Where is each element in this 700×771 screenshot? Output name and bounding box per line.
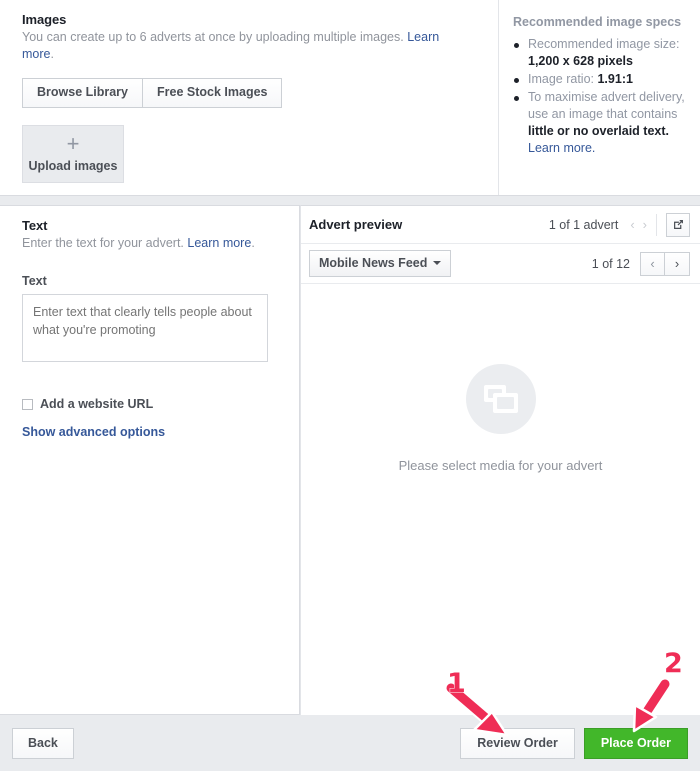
advert-count-label: 1 of 1 advert <box>548 217 619 232</box>
plus-icon: + <box>66 131 80 156</box>
chevron-left-icon[interactable]: ‹ <box>626 217 638 232</box>
footer-actions: Review Order Place Order <box>460 727 688 759</box>
spec-text: Recommended image size: <box>528 37 680 51</box>
text-description-text: Enter the text for your advert. <box>22 236 184 250</box>
recommended-specs-panel: Recommended image specs Recommended imag… <box>498 0 700 195</box>
placement-select[interactable]: Mobile News Feed <box>309 250 452 277</box>
specs-learn-more-link[interactable]: Learn more. <box>528 141 595 155</box>
pager-next-button[interactable]: › <box>665 251 690 276</box>
placement-pager: ‹ › <box>640 251 690 276</box>
chevron-right-icon[interactable]: › <box>639 217 651 232</box>
preview-title: Advert preview <box>309 217 403 232</box>
images-description-period: . <box>50 47 54 61</box>
pager-prev-button[interactable]: ‹ <box>640 251 665 276</box>
place-order-button[interactable]: Place Order <box>583 727 688 759</box>
text-description: Enter the text for your advert. Learn mo… <box>22 235 281 252</box>
add-website-url-checkbox-row[interactable]: Add a website URL <box>22 397 281 411</box>
spec-strong: 1,200 x 628 pixels <box>528 54 633 68</box>
image-source-button-group: Browse Library Free Stock Images <box>22 78 283 108</box>
text-title: Text <box>22 218 48 233</box>
specs-list: Recommended image size: 1,200 x 628 pixe… <box>513 36 686 157</box>
spec-strong: little or no overlaid text. <box>528 124 669 138</box>
media-placeholder-icon <box>465 364 536 434</box>
spec-text: Image ratio: <box>528 72 598 86</box>
images-section: Images You can create up to 6 adverts at… <box>0 0 498 195</box>
images-description: You can create up to 6 adverts at once b… <box>22 29 470 63</box>
footer-bar: Back Review Order Place Order <box>0 715 700 771</box>
add-website-url-checkbox[interactable] <box>22 398 33 410</box>
add-website-url-label: Add a website URL <box>40 397 154 411</box>
spec-item: To maximise advert delivery, use an imag… <box>513 89 686 157</box>
external-link-icon[interactable] <box>666 212 690 237</box>
advert-text-input[interactable] <box>22 294 268 362</box>
header-divider <box>656 213 657 236</box>
spec-strong: 1.91:1 <box>597 72 633 86</box>
text-description-period: . <box>251 236 255 250</box>
spec-item: Recommended image size: 1,200 x 628 pixe… <box>513 36 686 70</box>
text-card: Text Enter the text for your advert. Lea… <box>0 205 300 715</box>
review-order-button[interactable]: Review Order <box>460 727 575 759</box>
spec-item: Image ratio: 1.91:1 <box>513 71 686 88</box>
annotation-number-2: 2 <box>664 648 684 680</box>
upload-images-button[interactable]: + Upload images <box>22 125 124 183</box>
upload-images-label: Upload images <box>28 159 118 173</box>
free-stock-images-button[interactable]: Free Stock Images <box>143 78 283 108</box>
preview-empty-state: Please select media for your advert <box>301 364 700 473</box>
browse-library-button[interactable]: Browse Library <box>22 78 144 108</box>
show-advanced-options-link[interactable]: Show advanced options <box>22 425 281 439</box>
back-button[interactable]: Back <box>12 727 74 759</box>
preview-empty-message: Please select media for your advert <box>398 458 603 473</box>
chevron-down-icon <box>433 261 442 265</box>
ad-create-page: Images You can create up to 6 adverts at… <box>0 0 700 771</box>
images-description-text: You can create up to 6 adverts at once b… <box>22 30 404 44</box>
images-card: Images You can create up to 6 adverts at… <box>0 0 700 196</box>
images-title: Images <box>22 12 67 27</box>
text-learn-more-link[interactable]: Learn more <box>187 236 251 250</box>
placement-select-label: Mobile News Feed <box>319 256 428 270</box>
preview-subheader: Mobile News Feed 1 of 12 ‹ › <box>301 244 700 284</box>
specs-title: Recommended image specs <box>513 15 682 29</box>
placement-count-label: 1 of 12 <box>591 256 630 271</box>
spec-text: To maximise advert delivery, use an imag… <box>528 90 685 121</box>
preview-header: Advert preview 1 of 1 advert ‹ › <box>301 206 700 244</box>
text-field-label: Text <box>22 274 47 288</box>
advert-preview-panel: Advert preview 1 of 1 advert ‹ › Mobile … <box>300 205 700 715</box>
preview-body: Please select media for your advert <box>301 284 700 714</box>
annotation-number-1: 1 <box>447 668 467 700</box>
